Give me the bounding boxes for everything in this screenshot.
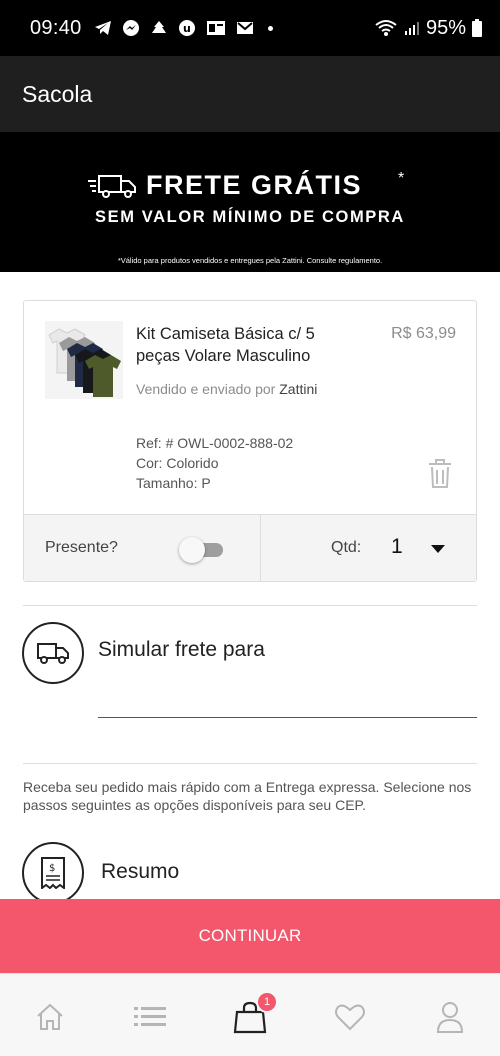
home-icon [37,1003,63,1030]
banner-asterisk: * [398,170,405,187]
product-image-tshirts [45,321,123,399]
summary-icon-circle: $ [22,842,84,904]
product-image[interactable] [45,321,123,399]
seller-prefix: Vendido e enviado por [136,381,276,397]
receipt-icon: $ [41,857,65,889]
heart-icon [335,1004,365,1031]
delivery-truck-icon [37,643,69,664]
bag-count-badge: 1 [256,991,278,1013]
shipping-icon-circle [22,622,84,684]
remove-item-button[interactable] [428,459,452,489]
quantity-label: Qtd: [331,539,362,556]
battery-icon [472,19,482,37]
cart-item-footer: Presente? Qtd: 1 [24,514,476,581]
summary-title: Resumo [101,860,180,883]
messenger-icon [122,20,139,36]
profile-icon [436,1002,464,1033]
status-bar: 09:40 u 95% [0,0,500,56]
status-time: 09:40 [30,16,82,39]
express-delivery-info: Receba seu pedido mais rápido com a Entr… [23,779,472,813]
delivery-truck-icon [88,174,136,198]
section-divider [23,763,477,764]
product-seller: Vendido e enviado por Zattini [136,381,317,397]
section-divider [23,605,477,606]
svg-text:u: u [183,22,191,35]
wifi-icon [375,20,397,36]
product-size: Tamanho: P [136,475,211,491]
gift-toggle-knob [179,537,205,563]
more-notifications-dot [267,25,273,31]
product-price: R$ 63,99 [391,325,456,342]
signal-icon [404,22,419,35]
bottom-navigation: 1 [0,973,500,1056]
gmail-icon [236,22,253,34]
app-bar: Sacola [0,56,500,132]
free-shipping-banner[interactable]: FRETE GRÁTIS * SEM VALOR MÍNIMO DE COMPR… [0,132,500,272]
banner-note: *Válido para produtos vendidos e entregu… [117,256,383,265]
product-name[interactable]: Kit Camiseta Básica c/ 5 peças Volare Ma… [136,323,346,367]
nav-profile[interactable] [428,998,472,1036]
nav-favorites[interactable] [328,998,372,1036]
seller-name: Zattini [279,381,318,397]
product-details: Ref: # OWL-0002-888-02 Cor: Colorido Tam… [136,433,293,493]
telegram-icon [94,21,111,35]
gift-label: Presente? [45,539,118,556]
banner-subline: SEM VALOR MÍNIMO DE COMPRA [95,208,405,226]
zipcode-input[interactable] [98,680,477,718]
svg-text:$: $ [49,863,55,874]
cart-item-card: Kit Camiseta Básica c/ 5 peças Volare Ma… [23,300,477,582]
gift-toggle[interactable] [179,537,225,563]
notification-icon [151,21,166,33]
chevron-down-icon [431,545,445,553]
battery-percent: 95% [425,16,466,39]
notification-icons: u [94,19,273,37]
list-icon [134,1007,166,1026]
page-title: Sacola [22,80,93,107]
banner-headline-row: FRETE GRÁTIS [88,170,362,201]
quantity-selector[interactable]: Qtd: 1 [261,515,476,581]
nav-home[interactable] [28,998,72,1036]
product-ref: Ref: # OWL-0002-888-02 [136,435,294,451]
product-color: Cor: Colorido [136,455,219,471]
outlook-icon [206,21,225,35]
quantity-value: 1 [391,535,403,558]
status-right: 95% [374,17,482,40]
continue-button[interactable]: CONTINUAR [0,899,500,973]
gift-option: Presente? [24,515,261,581]
shipping-title: Simular frete para [98,638,265,661]
trash-icon [429,459,451,488]
banner-headline: FRETE GRÁTIS [146,170,363,200]
nav-categories[interactable] [128,998,172,1036]
app-icon: u [178,20,195,36]
